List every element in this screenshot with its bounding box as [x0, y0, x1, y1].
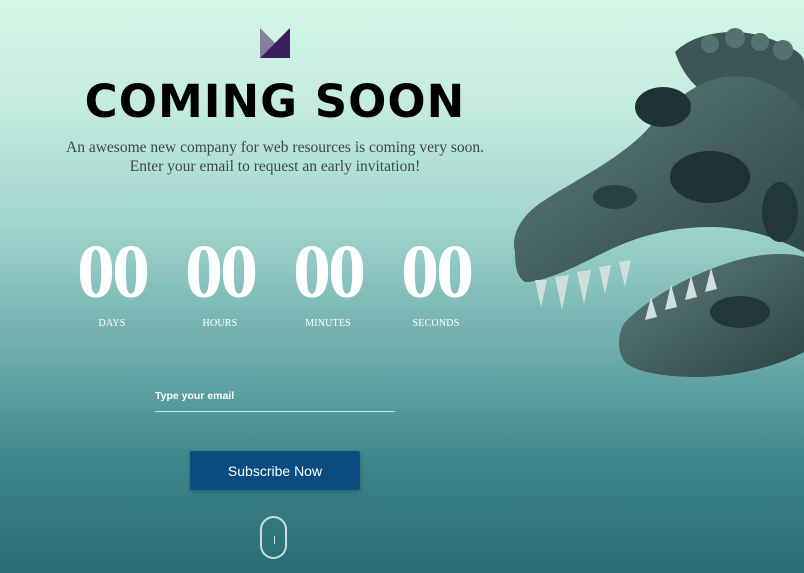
days-value: 00: [77, 230, 150, 314]
minutes-label: MINUTES: [305, 318, 351, 329]
subtitle-line-1: An awesome new company for web resources…: [66, 139, 484, 156]
subtitle-line-2: Enter your email to request an early inv…: [129, 158, 421, 175]
page-title: COMING SOON: [84, 75, 466, 128]
countdown-days: 00 DAYS: [58, 232, 166, 329]
scroll-wheel: [273, 536, 275, 544]
hours-value: 00: [185, 230, 258, 314]
hours-label: HOURS: [202, 318, 238, 329]
subtitle: An awesome new company for web resources…: [0, 138, 550, 176]
countdown-seconds: 00 SECONDS: [382, 232, 490, 329]
countdown-minutes: 00 MINUTES: [274, 232, 382, 329]
logo-icon: [260, 28, 290, 58]
seconds-value: 00: [401, 230, 474, 314]
t-rex-skull-image: [514, 28, 804, 377]
subscribe-button[interactable]: Subscribe Now: [190, 451, 360, 490]
countdown: 00 DAYS 00 HOURS 00 MINUTES 00 SECONDS: [58, 232, 498, 342]
days-label: DAYS: [98, 318, 126, 329]
countdown-hours: 00 HOURS: [166, 232, 274, 329]
email-input[interactable]: [155, 385, 395, 407]
email-field-wrapper: [155, 384, 395, 412]
scroll-mouse-icon[interactable]: [260, 516, 287, 559]
minutes-value: 00: [293, 230, 366, 314]
seconds-label: SECONDS: [412, 318, 460, 329]
